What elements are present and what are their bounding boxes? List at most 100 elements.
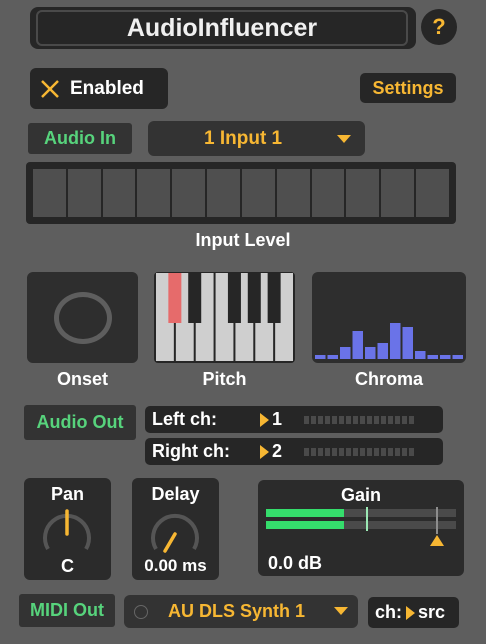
chevron-down-icon: [334, 607, 348, 615]
meter-segment: [409, 447, 414, 456]
pan-knob[interactable]: [38, 505, 96, 557]
gain-slider-handle[interactable]: [430, 535, 444, 546]
black-key: [227, 273, 241, 323]
black-key: [247, 273, 261, 323]
chroma-bar: [315, 355, 326, 359]
input-level-cell: [207, 169, 240, 217]
meter-segment: [311, 415, 316, 424]
chroma-bar: [365, 347, 376, 359]
meter-segment: [353, 447, 358, 456]
chroma-display: [312, 272, 466, 363]
delay-value: 0.00 ms: [144, 556, 207, 575]
left-channel-number[interactable]: 1: [272, 409, 304, 430]
input-level-cell: [67, 169, 101, 217]
midi-channel-selector[interactable]: ch: src: [368, 597, 459, 628]
settings-button[interactable]: Settings: [360, 73, 456, 103]
meter-segment: [346, 447, 351, 456]
black-key: [168, 273, 182, 323]
right-channel-meter: [304, 447, 414, 456]
left-channel-meter: [304, 415, 414, 424]
gain-label: Gain: [340, 485, 381, 505]
enabled-toggle[interactable]: Enabled: [30, 68, 168, 109]
meter-segment: [325, 447, 330, 456]
meter-segment: [311, 447, 316, 456]
chroma-bar: [327, 355, 338, 359]
input-level-cell: [311, 169, 345, 217]
input-level-cell: [172, 169, 206, 217]
audio-out-label: Audio Out: [24, 405, 136, 440]
meter-segment: [339, 447, 344, 456]
gain-slider-line: [436, 507, 438, 534]
right-channel-row: Right ch: 2: [145, 438, 443, 465]
input-level-label: Input Level: [195, 230, 291, 250]
chroma-bar: [340, 347, 351, 359]
enabled-label: Enabled: [70, 77, 144, 99]
chevron-down-icon: [337, 135, 351, 143]
chroma-bar: [427, 355, 438, 359]
pan-label: Pan: [50, 484, 84, 504]
chroma-bar: [390, 323, 401, 359]
input-level-cell: [416, 169, 449, 217]
audio-in-label: Audio In: [28, 123, 132, 154]
meter-segment: [409, 415, 414, 424]
gain-value: 0.0 dB: [268, 553, 323, 573]
right-channel-label: Right ch:: [152, 441, 230, 461]
chroma-bar: [415, 351, 426, 359]
meter-segment: [339, 415, 344, 424]
chroma-bar: [402, 327, 413, 359]
meter-segment: [346, 415, 351, 424]
left-channel-row: Left ch: 1: [145, 406, 443, 433]
play-arrow-icon[interactable]: [260, 444, 269, 459]
delay-knob[interactable]: [146, 505, 204, 557]
meter-segment: [325, 415, 330, 424]
meter-segment: [360, 447, 365, 456]
meter-segment: [332, 447, 337, 456]
midi-out-dropdown[interactable]: AU DLS Synth 1: [124, 595, 358, 628]
input-level-cell: [102, 169, 136, 217]
delay-label: Delay: [151, 484, 200, 504]
play-arrow-icon[interactable]: [260, 412, 269, 427]
audio-in-dropdown[interactable]: 1 Input 1: [148, 121, 365, 156]
midi-out-toggle[interactable]: MIDI Out: [19, 594, 115, 627]
meter-segment: [304, 447, 309, 456]
meter-segment: [304, 415, 309, 424]
meter-segment: [332, 415, 337, 424]
input-level-cell: [241, 169, 275, 217]
meter-segment: [402, 415, 407, 424]
pitch-label: Pitch: [202, 369, 247, 389]
audio-in-selected: 1 Input 1: [204, 127, 283, 149]
meter-segment: [381, 447, 386, 456]
meter-segment: [353, 415, 358, 424]
meter-segment: [388, 447, 393, 456]
input-level-cell: [346, 169, 380, 217]
midi-channel-label: ch:: [375, 602, 402, 622]
pan-value: C: [61, 556, 74, 576]
meter-segment: [367, 447, 372, 456]
chroma-label: Chroma: [354, 369, 423, 389]
gain-meter-right: [266, 521, 456, 529]
chroma-bar: [352, 331, 363, 359]
input-level-cell: [276, 169, 310, 217]
input-level-cell: [137, 169, 171, 217]
input-level-cell: [33, 169, 66, 217]
keyboard-graphic: [155, 273, 294, 362]
midi-out-selected: AU DLS Synth 1: [168, 601, 306, 621]
right-channel-number[interactable]: 2: [272, 441, 304, 462]
midi-channel-value: src: [418, 602, 446, 622]
play-arrow-icon: [406, 605, 415, 620]
black-key: [267, 273, 281, 323]
chroma-chart: [315, 323, 463, 359]
meter-segment: [374, 415, 379, 424]
help-button[interactable]: ?: [421, 9, 457, 45]
meter-segment: [402, 447, 407, 456]
meter-segment: [381, 415, 386, 424]
midi-activity-indicator: [134, 604, 148, 619]
gain-peak-marker: [366, 507, 368, 531]
x-icon: [41, 79, 59, 98]
meter-segment: [360, 415, 365, 424]
chroma-bar: [452, 355, 463, 359]
left-channel-label: Left ch:: [152, 409, 217, 429]
meter-segment: [374, 447, 379, 456]
gain-meter-left: [266, 509, 456, 517]
meter-segment: [367, 415, 372, 424]
